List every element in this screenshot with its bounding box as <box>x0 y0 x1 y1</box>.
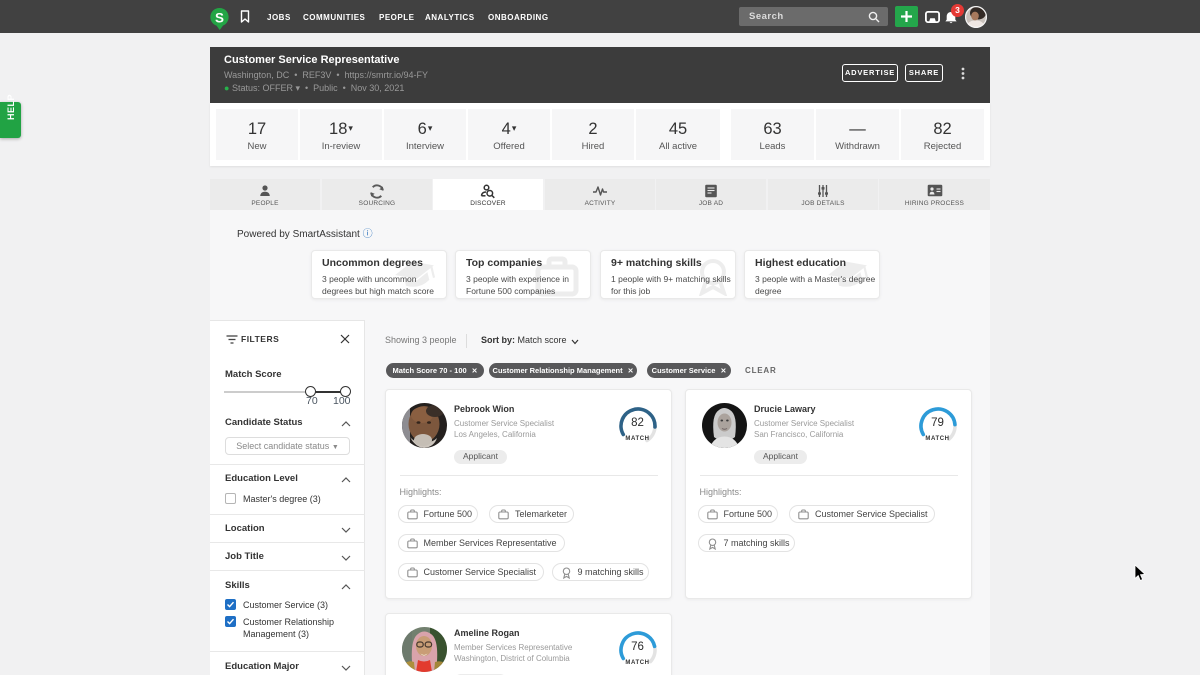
svg-text:S: S <box>215 10 224 25</box>
